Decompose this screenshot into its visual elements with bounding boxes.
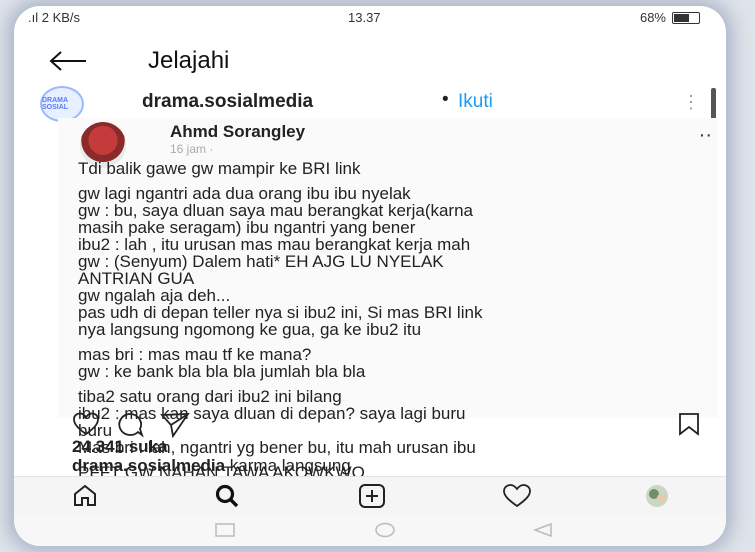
battery-percent: 68% bbox=[639, 10, 666, 25]
post-time: 16 jam · bbox=[170, 142, 214, 156]
account-name[interactable]: drama.sosialmedia bbox=[142, 91, 313, 113]
text-line: Tdi balik gawe gw mampir ke BRI link bbox=[78, 159, 361, 178]
activity-heart-icon[interactable] bbox=[502, 483, 532, 514]
back-triangle-icon[interactable] bbox=[532, 522, 554, 543]
battery-group: 68% bbox=[640, 10, 700, 25]
text-line: ANTRIAN GUA bbox=[78, 269, 195, 288]
home-icon[interactable] bbox=[72, 483, 98, 512]
text-line: masih pake seragam) ibu ngantri yang ben… bbox=[78, 218, 416, 237]
bottom-nav bbox=[14, 476, 726, 515]
text-line: gw ngalah aja deh... bbox=[78, 286, 231, 305]
text-line: gw : ke bank bla bla bla jumlah bla bla bbox=[78, 362, 366, 381]
network-indicator: .ıl 2 KB/s bbox=[28, 10, 81, 25]
search-icon[interactable] bbox=[214, 483, 240, 514]
post-header: DRAMA SOSIAL drama.sosialmedia • Ikuti ⋮ bbox=[14, 80, 726, 122]
status-bar: .ıl 2 KB/s 13.37 68% bbox=[14, 6, 726, 28]
add-post-icon[interactable] bbox=[358, 483, 386, 514]
caption-account[interactable]: drama.sosialmedia bbox=[72, 456, 225, 475]
back-arrow-icon[interactable] bbox=[48, 50, 88, 77]
scrollbar[interactable] bbox=[711, 88, 716, 120]
text-line: nya langsung ngomong ke gua, ga ke ibu2 … bbox=[78, 320, 422, 339]
separator-dot: • bbox=[442, 89, 449, 110]
system-nav-bar bbox=[14, 514, 726, 546]
clock: 13.37 bbox=[348, 10, 381, 25]
home-circle-icon[interactable] bbox=[374, 522, 396, 543]
battery-icon bbox=[672, 11, 700, 24]
text-line: mas bri : mas mau tf ke mana? bbox=[78, 345, 312, 364]
more-icon: ·· bbox=[698, 124, 712, 146]
text-line: gw : (Senyum) Dalem hati* EH AJG LU NYEL… bbox=[78, 252, 444, 271]
text-line: gw : bu, saya dluan saya mau berangkat k… bbox=[78, 201, 474, 220]
text-line: pas udh di depan teller nya si ibu2 ini,… bbox=[78, 303, 483, 322]
more-options-icon[interactable]: ⋮ bbox=[682, 92, 700, 113]
caption: drama.sosialmedia karma langsung bbox=[72, 456, 351, 476]
bookmark-icon[interactable] bbox=[678, 412, 700, 441]
phone-screen: .ıl 2 KB/s 13.37 68% Jelajahi DRAMA SOSI… bbox=[14, 6, 726, 546]
text-line: gw lagi ngantri ada dua orang ibu ibu ny… bbox=[78, 184, 411, 203]
post-image: Ahmd Sorangley 16 jam · ·· Tdi balik gaw… bbox=[58, 118, 718, 481]
follow-button[interactable]: Ikuti bbox=[458, 91, 493, 113]
caption-text: karma langsung bbox=[225, 456, 351, 475]
page-title: Jelajahi bbox=[148, 47, 230, 74]
recents-icon[interactable] bbox=[214, 522, 236, 543]
like-count[interactable]: 24.341 suka bbox=[72, 437, 167, 457]
avatar-logo-text: DRAMA SOSIAL bbox=[42, 97, 69, 111]
text-line: ibu2 : lah , itu urusan mas mau berangka… bbox=[78, 235, 471, 254]
author-name: Ahmd Sorangley bbox=[170, 122, 306, 141]
account-avatar[interactable]: DRAMA SOSIAL bbox=[40, 86, 84, 122]
profile-avatar-icon[interactable] bbox=[642, 483, 672, 514]
text-line: tiba2 satu orang dari ibu2 ini bilang bbox=[78, 387, 342, 406]
